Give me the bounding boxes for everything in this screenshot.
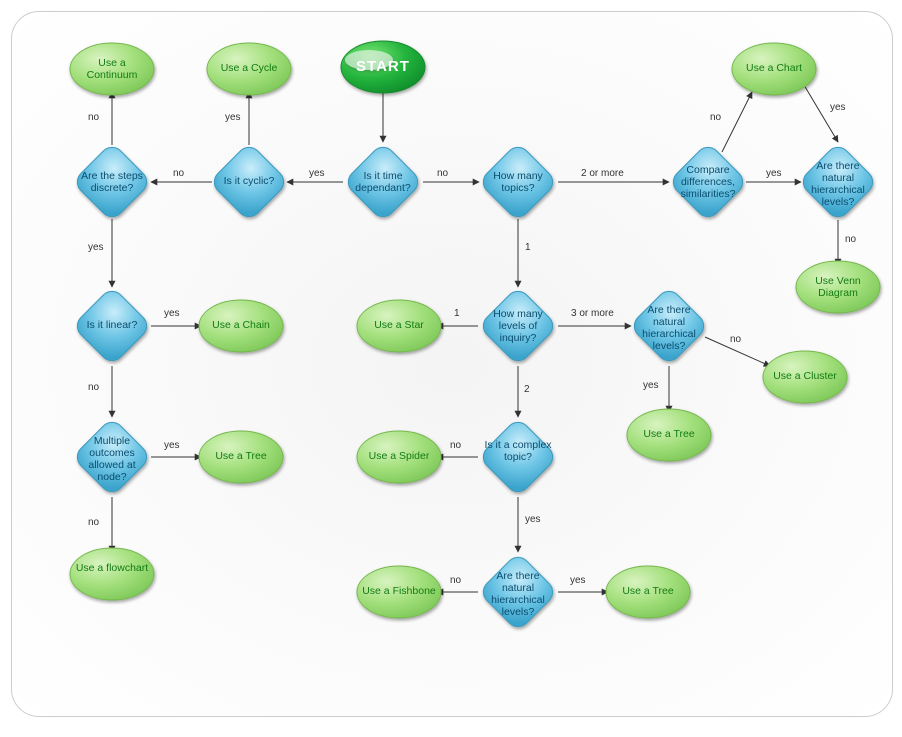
node-hier-bottom	[478, 552, 557, 631]
node-topics	[478, 142, 557, 221]
node-time	[343, 142, 422, 221]
node-multi	[72, 417, 151, 496]
node-chain	[199, 300, 283, 352]
node-venn	[796, 261, 880, 313]
node-chart	[732, 43, 816, 95]
flowchart-canvas: START Use a Continuum Use a Cycle Use a …	[11, 11, 893, 717]
outcome-nodes	[70, 41, 880, 618]
node-compare	[668, 142, 747, 221]
node-hier-mid	[629, 286, 708, 365]
node-tree-mid	[627, 409, 711, 461]
node-cluster	[763, 351, 847, 403]
node-fishbone	[357, 566, 441, 618]
node-star	[357, 300, 441, 352]
node-tree-bottom	[606, 566, 690, 618]
node-levels	[478, 286, 557, 365]
node-linear	[72, 286, 151, 365]
node-cycle	[207, 43, 291, 95]
node-hier-right	[798, 142, 877, 221]
flowchart-svg	[12, 12, 892, 716]
node-flowchart	[70, 548, 154, 600]
node-cyclic	[209, 142, 288, 221]
decision-nodes	[72, 50, 877, 632]
node-complex	[478, 417, 557, 496]
node-discrete	[72, 142, 151, 221]
node-spider	[357, 431, 441, 483]
node-continuum	[70, 43, 154, 95]
node-tree-left	[199, 431, 283, 483]
